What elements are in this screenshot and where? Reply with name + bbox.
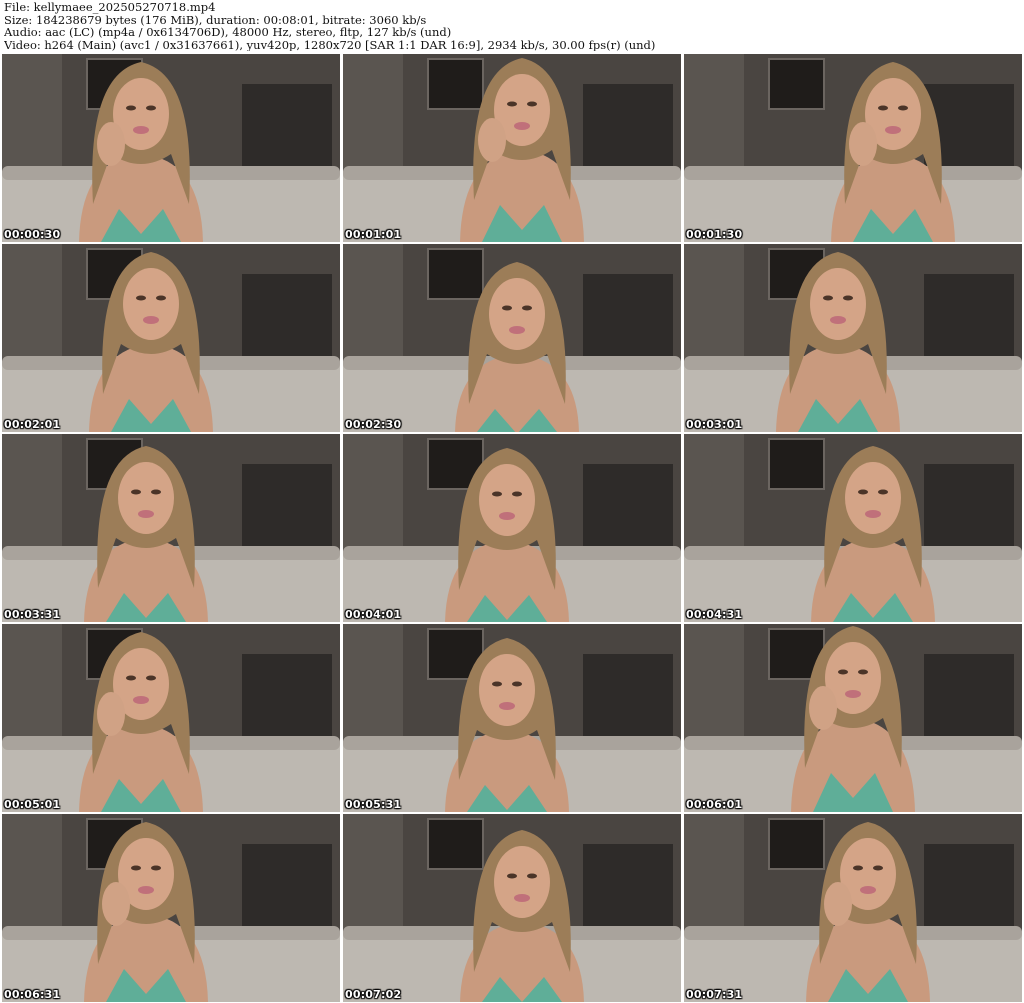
video-thumbnail: 00:00:30 xyxy=(2,54,340,242)
video-thumbnail: 00:06:31 xyxy=(2,814,340,1002)
thumbnail-timestamp: 00:06:31 xyxy=(4,988,61,1001)
video-thumbnail: 00:03:31 xyxy=(2,434,340,622)
thumbnail-frame-image xyxy=(2,434,340,622)
thumbnail-timestamp: 00:02:01 xyxy=(4,418,61,431)
video-thumbnail: 00:04:31 xyxy=(684,434,1022,622)
thumbnail-timestamp: 00:02:30 xyxy=(345,418,402,431)
video-thumbnail: 00:01:01 xyxy=(343,54,681,242)
thumbnail-timestamp: 00:03:01 xyxy=(686,418,743,431)
video-thumbnail: 00:01:30 xyxy=(684,54,1022,242)
thumbnail-frame-image xyxy=(343,54,681,242)
thumbnail-timestamp: 00:04:31 xyxy=(686,608,743,621)
video-thumbnail: 00:03:01 xyxy=(684,244,1022,432)
audio-info-line: Audio: aac (LC) (mp4a / 0x6134706D), 480… xyxy=(4,26,452,39)
video-thumbnail: 00:05:31 xyxy=(343,624,681,812)
thumbnail-frame-image xyxy=(684,814,1022,1002)
thumbnail-timestamp: 00:03:31 xyxy=(4,608,61,621)
thumbnail-frame-image xyxy=(343,814,681,1002)
thumbnail-timestamp: 00:00:30 xyxy=(4,228,61,241)
video-thumbnail: 00:07:31 xyxy=(684,814,1022,1002)
thumbnail-frame-image xyxy=(2,624,340,812)
thumbnail-timestamp: 00:07:31 xyxy=(686,988,743,1001)
thumbnail-frame-image xyxy=(684,624,1022,812)
thumbnail-frame-image xyxy=(2,814,340,1002)
file-size-line: Size: 184238679 bytes (176 MiB), duratio… xyxy=(4,13,427,27)
thumbnail-frame-image xyxy=(343,244,681,432)
video-info-line: Video: h264 (Main) (avc1 / 0x31637661), … xyxy=(4,38,656,52)
thumbnail-frame-image xyxy=(684,244,1022,432)
video-thumbnail: 00:07:02 xyxy=(343,814,681,1002)
file-info-header: File: kellymaee_202505270718.mp4 Size: 1… xyxy=(4,1,1020,53)
thumbnail-timestamp: 00:04:01 xyxy=(345,608,402,621)
thumbnail-timestamp: 00:05:31 xyxy=(345,798,402,811)
thumbnail-timestamp: 00:06:01 xyxy=(686,798,743,811)
thumbnail-frame-image xyxy=(343,434,681,622)
thumbnail-frame-image xyxy=(2,54,340,242)
file-name-line: File: kellymaee_202505270718.mp4 xyxy=(4,1,216,14)
thumbnail-frame-image xyxy=(684,434,1022,622)
video-thumbnail: 00:04:01 xyxy=(343,434,681,622)
video-thumbnail: 00:02:30 xyxy=(343,244,681,432)
video-thumbnail: 00:06:01 xyxy=(684,624,1022,812)
thumbnail-timestamp: 00:01:30 xyxy=(686,228,743,241)
thumbnail-grid: 00:00:30 00:01:01 00:01:30 00:02:01 00:0… xyxy=(2,54,1022,1002)
thumbnail-timestamp: 00:05:01 xyxy=(4,798,61,811)
thumbnail-frame-image xyxy=(343,624,681,812)
thumbnail-timestamp: 00:01:01 xyxy=(345,228,402,241)
thumbnail-timestamp: 00:07:02 xyxy=(345,988,402,1001)
video-thumbnail: 00:02:01 xyxy=(2,244,340,432)
thumbnail-frame-image xyxy=(2,244,340,432)
thumbnail-frame-image xyxy=(684,54,1022,242)
video-thumbnail: 00:05:01 xyxy=(2,624,340,812)
